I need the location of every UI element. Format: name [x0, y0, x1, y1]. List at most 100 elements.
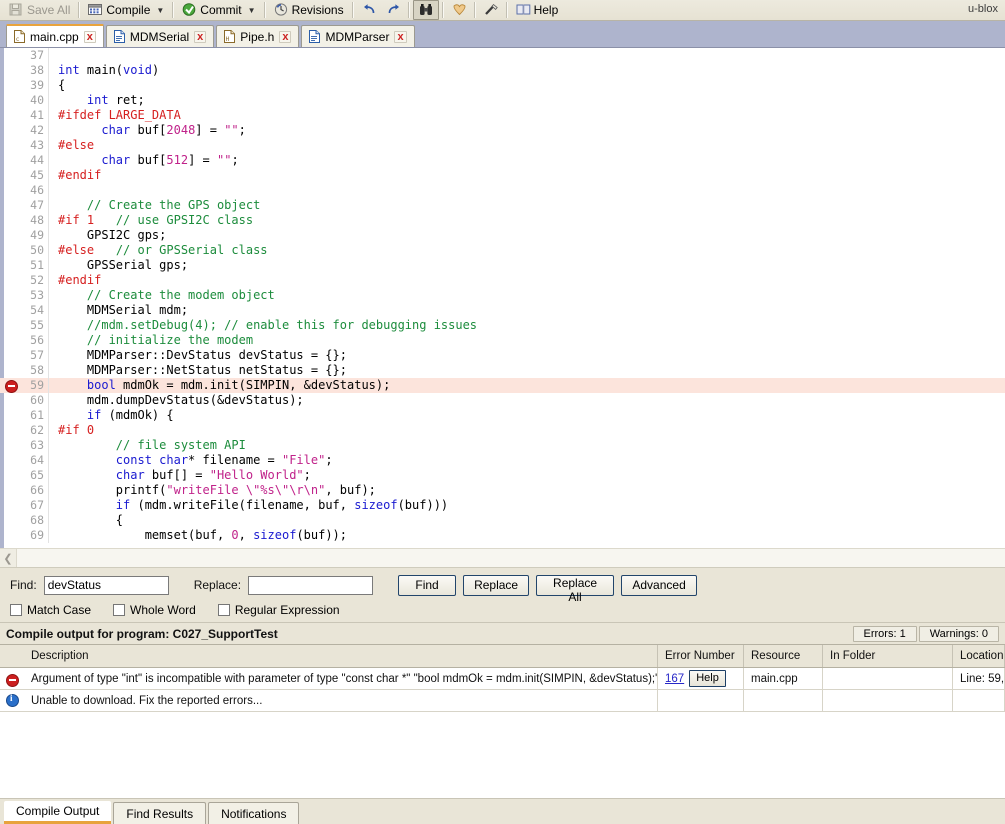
error-icon — [4, 380, 18, 393]
column-header-in-folder[interactable]: In Folder — [823, 645, 953, 667]
column-header-location[interactable]: Location — [953, 645, 1005, 667]
code-line[interactable]: 65 char buf[] = "Hello World"; — [0, 468, 1005, 483]
close-icon[interactable]: x — [279, 30, 292, 43]
replace-button[interactable]: Replace — [463, 574, 530, 596]
line-number: 41 — [30, 108, 44, 122]
code-line[interactable]: 42 char buf[2048] = ""; — [0, 123, 1005, 138]
column-header-description[interactable]: Description — [24, 645, 658, 667]
close-icon[interactable]: x — [394, 30, 407, 43]
code-line[interactable]: 51 GPSSerial gps; — [0, 258, 1005, 273]
compile-output-title: Compile output for program: C027_Support… — [6, 626, 278, 641]
code-line[interactable]: 60 mdm.dumpDevStatus(&devStatus); — [0, 393, 1005, 408]
compile-button[interactable]: Compile ▼ — [83, 1, 169, 20]
code-line[interactable]: 62 #if 0 — [0, 423, 1005, 438]
replace-all-button[interactable]: Replace All — [536, 574, 615, 604]
code-line[interactable]: 45 #endif — [0, 168, 1005, 183]
regular-expression-checkbox[interactable]: Regular Expression — [217, 603, 340, 617]
commit-button[interactable]: Commit ▼ — [177, 1, 260, 20]
file-tab-main-cpp[interactable]: c main.cpp x — [6, 24, 104, 47]
checkbox-box[interactable] — [10, 604, 22, 616]
code-line[interactable]: 56 // initialize the modem — [0, 333, 1005, 348]
code-line[interactable]: 57 MDMParser::DevStatus devStatus = {}; — [0, 348, 1005, 363]
code-line[interactable]: 66 printf("writeFile \"%s\"\r\n", buf); — [0, 483, 1005, 498]
replace-input[interactable] — [248, 575, 374, 595]
code-line[interactable]: 55 //mdm.setDebug(4); // enable this for… — [0, 318, 1005, 333]
table-row[interactable]: Argument of type "int" is incompatible w… — [0, 668, 1005, 690]
code-line[interactable]: 59 bool mdmOk = mdm.init(SIMPIN, &devSta… — [0, 378, 1005, 393]
code-line[interactable]: 49 GPSI2C gps; — [0, 228, 1005, 243]
redo-button[interactable] — [381, 1, 405, 20]
chevron-down-icon[interactable]: ▼ — [156, 6, 164, 15]
tab-notifications[interactable]: Notifications — [208, 802, 300, 824]
editor-horizontal-scrollbar[interactable]: ❮ — [0, 548, 1005, 568]
code-line[interactable]: 40 int ret; — [0, 93, 1005, 108]
file-tab-mdmparser[interactable]: MDMParser x — [301, 25, 415, 47]
save-all-button[interactable]: Save All — [4, 1, 75, 20]
code-line-text: MDMParser::NetStatus netStatus = {}; — [58, 363, 347, 377]
code-line-text: bool mdmOk = mdm.init(SIMPIN, &devStatus… — [86, 378, 391, 392]
close-icon[interactable]: x — [83, 30, 96, 43]
code-line[interactable]: 39 { — [0, 78, 1005, 93]
line-number: 37 — [30, 48, 44, 62]
file-tab-label: MDMSerial — [129, 29, 190, 44]
row-help-button[interactable]: Help — [689, 670, 726, 687]
code-line[interactable]: 64 const char* filename = "File"; — [0, 453, 1005, 468]
scroll-left-icon[interactable]: ❮ — [0, 549, 17, 567]
code-line-text: char buf[2048] = ""; — [101, 123, 246, 137]
file-tab-strip: c main.cpp x MDMSerial x H Pipe.h x MDMP… — [0, 21, 1005, 48]
magic-wand-button[interactable] — [479, 1, 503, 20]
header-file-icon: H — [224, 30, 236, 43]
code-line[interactable]: 44 char buf[512] = ""; — [0, 153, 1005, 168]
chevron-down-icon[interactable]: ▼ — [248, 6, 256, 15]
breakpoint-error-icon[interactable] — [0, 378, 22, 393]
bookmark-button[interactable] — [447, 1, 471, 20]
code-line[interactable]: 41 #ifdef LARGE_DATA — [0, 108, 1005, 123]
code-line[interactable]: 46 — [0, 183, 1005, 198]
toolbar-separator — [78, 2, 81, 18]
code-line[interactable]: 68 { — [0, 513, 1005, 528]
gutter-marker — [0, 333, 22, 348]
help-button[interactable]: Help — [511, 1, 564, 20]
code-line[interactable]: 50 #else // or GPSSerial class — [0, 243, 1005, 258]
code-line[interactable]: 67 if (mdm.writeFile(filename, buf, size… — [0, 498, 1005, 513]
search-input[interactable] — [43, 575, 169, 595]
whole-word-checkbox[interactable]: Whole Word — [113, 603, 196, 617]
table-row[interactable]: Unable to download. Fix the reported err… — [0, 690, 1005, 712]
file-tab-pipe-h[interactable]: H Pipe.h x — [216, 25, 300, 47]
code-line[interactable]: 58 MDMParser::NetStatus netStatus = {}; — [0, 363, 1005, 378]
find-button[interactable]: Find — [398, 574, 457, 596]
code-line[interactable]: 52 #endif — [0, 273, 1005, 288]
code-line[interactable]: 38 int main(void) — [0, 63, 1005, 78]
code-line[interactable]: 43 #else — [0, 138, 1005, 153]
revisions-button[interactable]: Revisions — [269, 1, 349, 20]
code-line[interactable]: 61 if (mdmOk) { — [0, 408, 1005, 423]
undo-button[interactable] — [357, 1, 381, 20]
column-header-error-number[interactable]: Error Number — [658, 645, 744, 667]
close-icon[interactable]: x — [194, 30, 207, 43]
tab-compile-output[interactable]: Compile Output — [4, 801, 112, 824]
checkbox-box[interactable] — [217, 604, 230, 616]
code-line[interactable]: 48 #if 1 // use GPSI2C class — [0, 213, 1005, 228]
code-line-text: { — [58, 513, 124, 527]
row-in-folder — [823, 690, 953, 711]
code-line-text: if (mdmOk) { — [86, 408, 174, 422]
column-header-resource[interactable]: Resource — [744, 645, 823, 667]
help-label: Help — [533, 3, 559, 17]
advanced-button[interactable]: Advanced — [621, 574, 698, 596]
tab-find-results[interactable]: Find Results — [113, 802, 207, 824]
code-line[interactable]: 54 MDMSerial mdm; — [0, 303, 1005, 318]
code-line[interactable]: 47 // Create the GPS object — [0, 198, 1005, 213]
error-number-link[interactable]: 167 — [665, 673, 684, 685]
code-lines-container[interactable]: 37 38 int main(void) 39{40 int ret; 41 #ifdef… — [0, 48, 1005, 548]
scroll-track[interactable] — [17, 549, 1005, 567]
file-tab-mdmserial[interactable]: MDMSerial x — [105, 25, 215, 47]
checkbox-box[interactable] — [113, 604, 126, 616]
match-case-checkbox[interactable]: Match Case — [10, 603, 91, 617]
code-line[interactable]: 63 // file system API — [0, 438, 1005, 453]
code-line-text: #if 1 // use GPSI2C class — [58, 213, 254, 227]
find-button[interactable] — [412, 0, 439, 20]
code-line[interactable]: 37 — [0, 48, 1005, 63]
code-line[interactable]: 69 memset(buf, 0, sizeof(buf)); — [0, 528, 1005, 543]
code-line[interactable]: 53 // Create the modem object — [0, 288, 1005, 303]
code-editor[interactable]: 37 38 int main(void) 39{40 int ret; 41 #ifdef… — [0, 48, 1005, 548]
